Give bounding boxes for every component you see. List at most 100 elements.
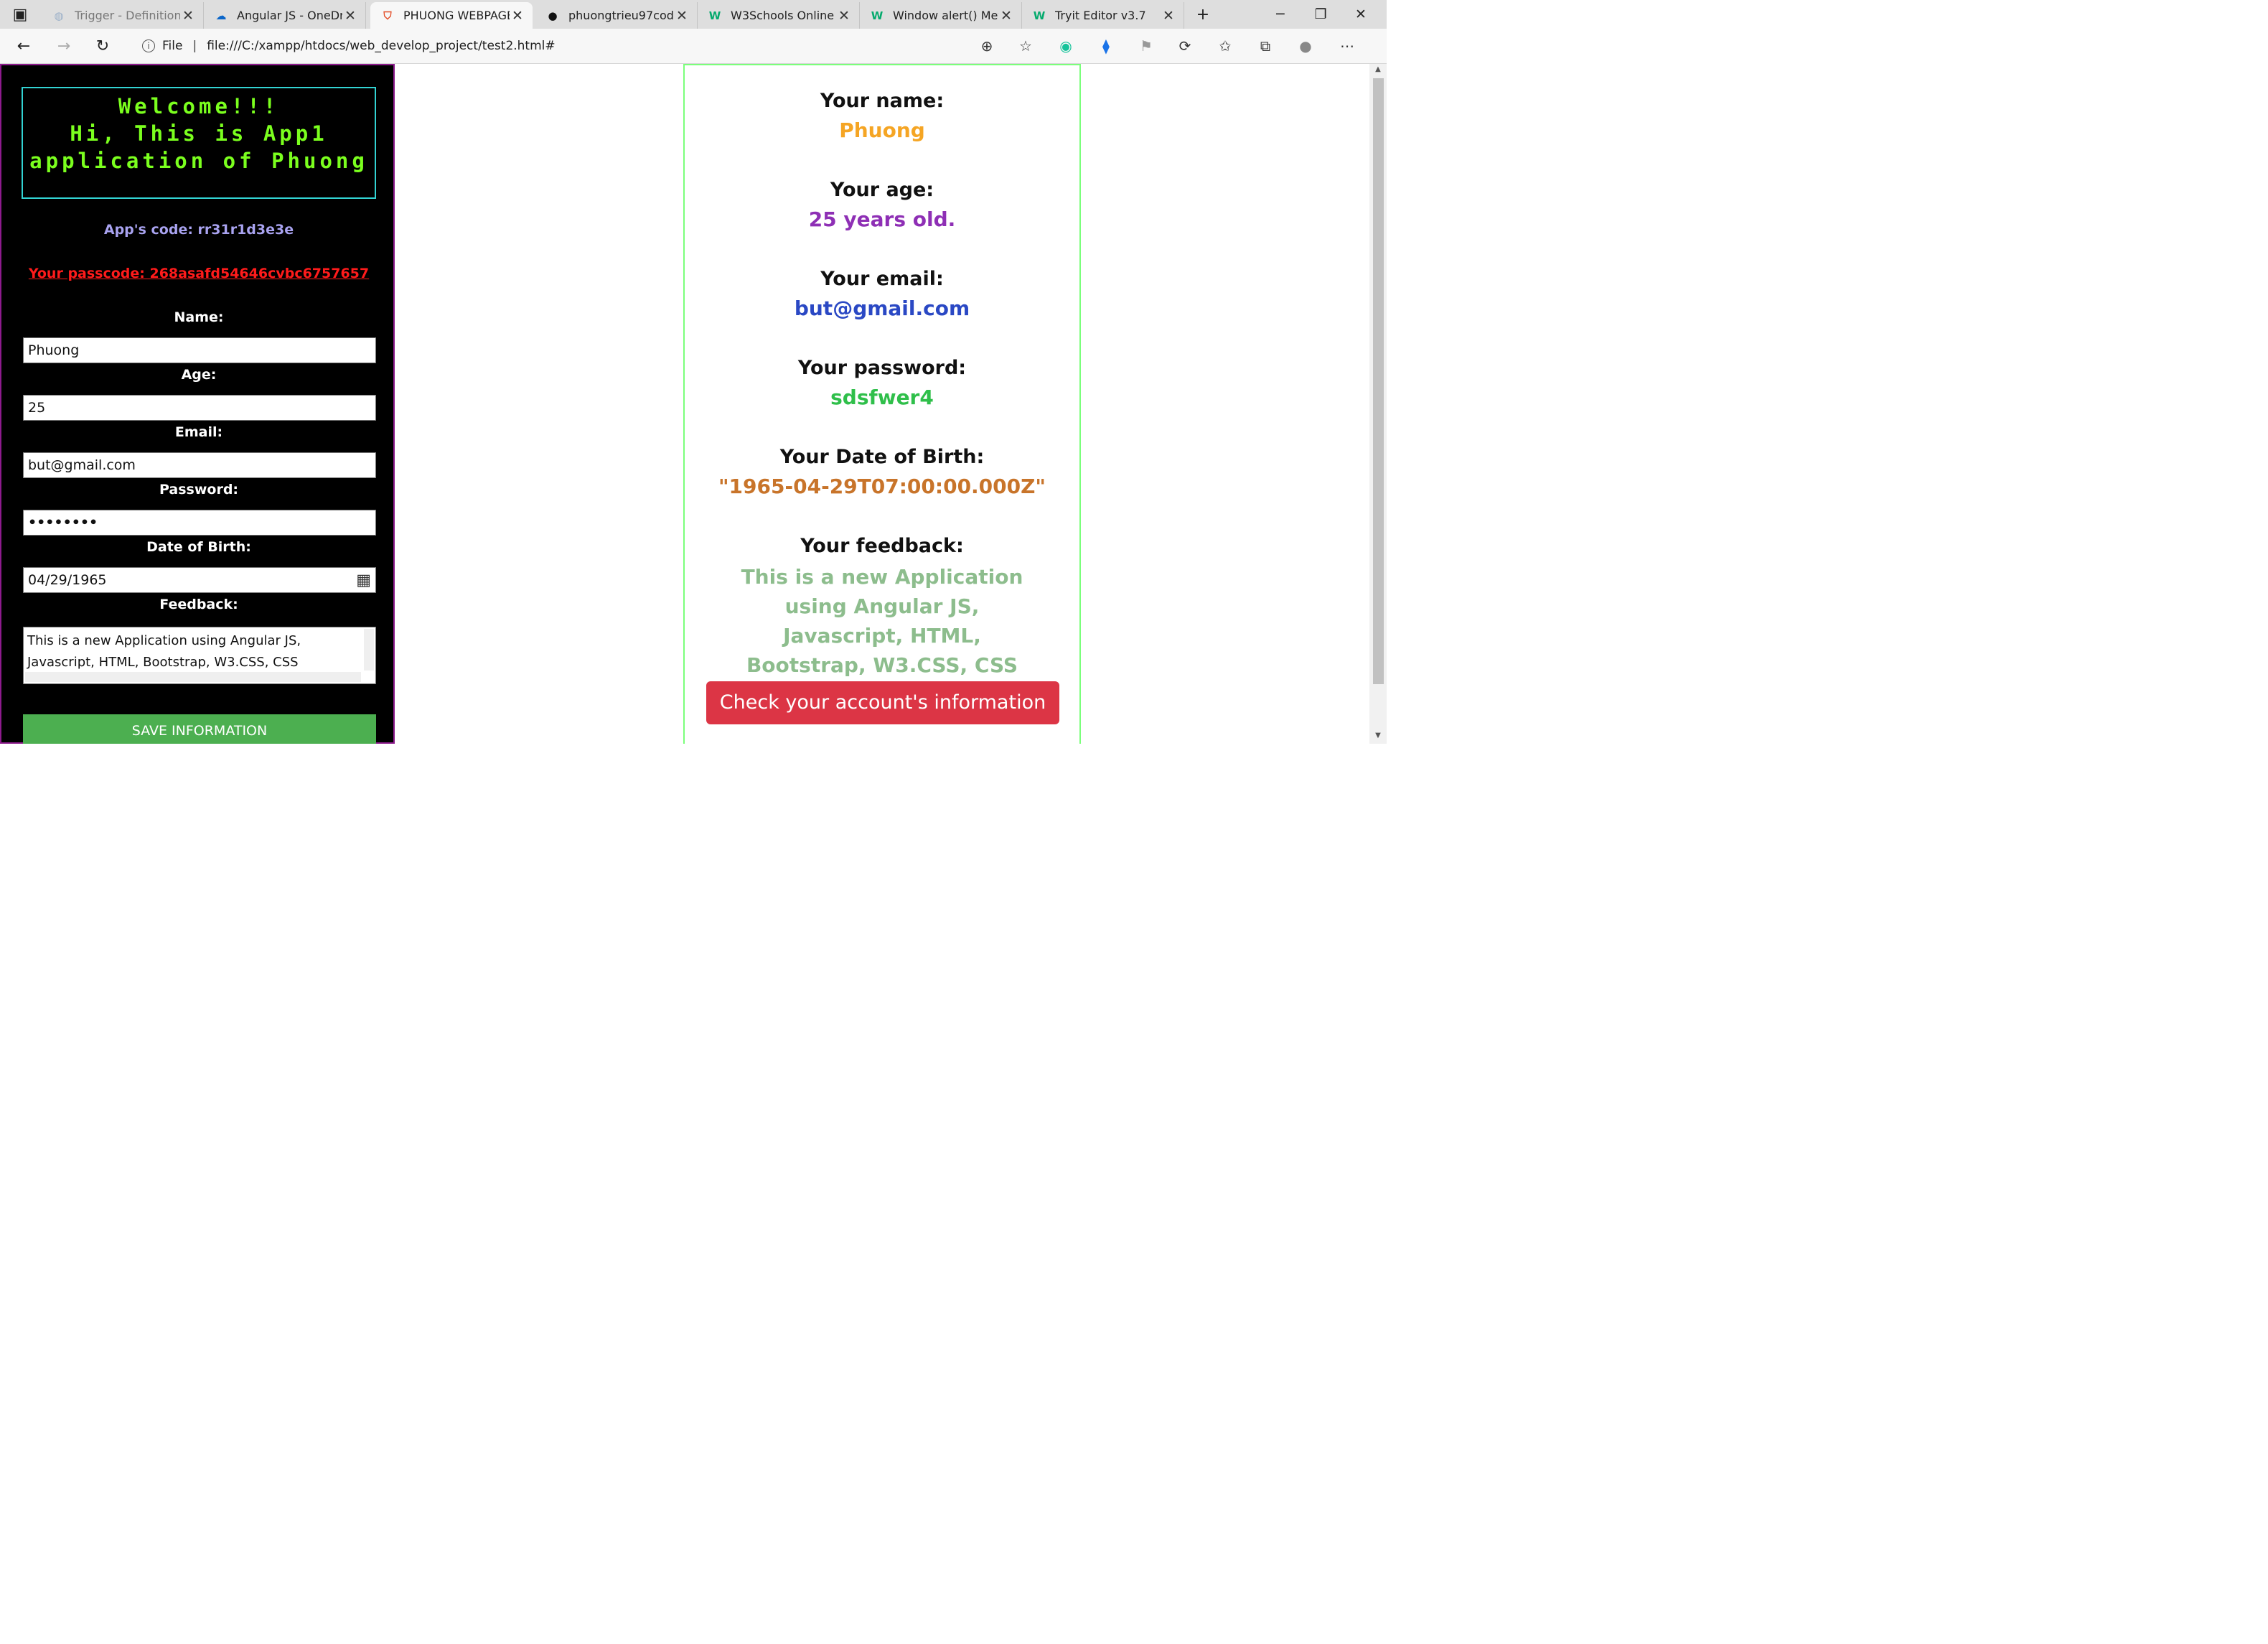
collections-icon[interactable]: ⧉ (1255, 36, 1276, 56)
name-input-value: Phuong (28, 342, 80, 358)
app-code: App's code: rr31r1d3e3e (103, 222, 294, 238)
tab-title: Tryit Editor v3.7 (1055, 9, 1146, 22)
age-label: Age: (181, 367, 217, 383)
password-input[interactable]: •••••••• (23, 510, 376, 536)
tab-phuong-webpage[interactable]: ⛉ PHUONG WEBPAGE ✕ (370, 2, 533, 29)
close-icon[interactable]: ✕ (510, 8, 525, 24)
tab-title: Window alert() Metho (893, 9, 998, 22)
info-feedback-value: This is a new Application using Angular … (741, 565, 1023, 677)
info-dob-label: Your Date of Birth: (779, 446, 985, 468)
favorites-add-icon[interactable]: ☆ (1015, 36, 1036, 56)
tab-title: W3Schools Online W (731, 9, 836, 22)
tab-angular-onedrive[interactable]: ☁ Angular JS - OneDrive ✕ (204, 2, 366, 29)
minimize-icon[interactable]: ─ (1260, 0, 1301, 29)
tab-w3schools[interactable]: W W3Schools Online W ✕ (698, 2, 860, 29)
password-label: Password: (159, 482, 239, 498)
info-password-value: sdsfwer4 (830, 386, 934, 409)
tab-title: PHUONG WEBPAGE (403, 9, 510, 22)
feedback-textarea[interactable]: This is a new Application using Angular … (23, 627, 376, 684)
tab-tryit-editor[interactable]: W Tryit Editor v3.7 ✕ (1022, 2, 1184, 29)
textarea-vertical-scrollbar[interactable] (364, 629, 374, 671)
scroll-down-arrow-icon[interactable]: ▼ (1373, 732, 1383, 739)
passcode-link[interactable]: Your passcode: 268asafd54646cvbc6757657 (1, 266, 396, 281)
new-tab-icon[interactable]: + (1193, 4, 1213, 24)
info-email-value: but@gmail.com (794, 296, 970, 320)
account-info-panel: Your name: Phuong Your age: 25 years old… (683, 64, 1081, 744)
tab-window-alert[interactable]: W Window alert() Metho ✕ (860, 2, 1022, 29)
extension-icon[interactable]: ⧫ (1095, 36, 1117, 56)
info-name-label: Your name: (820, 90, 945, 112)
globe-icon: ◍ (54, 9, 64, 22)
name-input[interactable]: Phuong (23, 337, 376, 363)
zoom-icon[interactable]: ⊕ (976, 36, 998, 56)
save-information-button[interactable]: SAVE INFORMATION (23, 714, 376, 744)
close-window-icon[interactable]: ✕ (1341, 0, 1381, 29)
info-email-label: Your email: (820, 268, 944, 290)
welcome-line: Hi, This is App1 (70, 121, 328, 146)
browser-toolbar: ← → ↻ i File | file:///C:/xampp/htdocs/w… (0, 29, 1387, 64)
page-content: Welcome!!! Hi, This is App1 application … (0, 64, 1387, 744)
flag-icon[interactable]: ⚑ (1135, 36, 1157, 56)
back-icon[interactable]: ← (13, 36, 34, 56)
name-label: Name: (174, 309, 224, 325)
password-input-value: •••••••• (28, 515, 98, 531)
tab-title: Trigger - Definition fo (75, 9, 180, 22)
tab-strip: ▣ ◍ Trigger - Definition fo ✕ ☁ Angular … (0, 0, 1387, 29)
close-icon[interactable]: ✕ (1161, 8, 1176, 24)
textarea-horizontal-scrollbar[interactable] (25, 672, 361, 682)
check-account-info-button[interactable]: Check your account's information (706, 681, 1059, 724)
html5-icon: ⛉ (383, 9, 392, 22)
github-icon: ● (548, 9, 558, 22)
welcome-line: Welcome!!! (118, 94, 280, 118)
profile-avatar-icon[interactable]: ● (1295, 36, 1316, 56)
info-age-value: 25 years old. (808, 207, 956, 231)
w3schools-icon: W (708, 9, 721, 22)
feedback-label: Feedback: (159, 597, 238, 612)
w3schools-icon: W (1033, 9, 1046, 22)
info-age-label: Your age: (830, 179, 934, 201)
close-icon[interactable]: ✕ (342, 8, 358, 24)
restore-icon[interactable]: ❐ (1301, 0, 1341, 29)
close-icon[interactable]: ✕ (836, 8, 852, 24)
email-input[interactable]: but@gmail.com (23, 452, 376, 478)
favorites-icon[interactable]: ✩ (1214, 36, 1236, 56)
scrollbar-thumb[interactable] (1373, 78, 1384, 684)
age-input-value: 25 (28, 400, 46, 416)
dob-input[interactable]: 04/29/1965 ▦ (23, 567, 376, 593)
dob-label: Date of Birth: (146, 539, 251, 555)
welcome-line: application of Phuong (29, 149, 368, 173)
dob-input-value: 04/29/1965 (28, 572, 107, 588)
grammarly-icon[interactable]: ◉ (1055, 36, 1077, 56)
info-password-label: Your password: (797, 357, 967, 379)
tab-actions-icon[interactable]: ▣ (10, 4, 30, 24)
more-menu-icon[interactable]: ⋯ (1336, 36, 1358, 56)
input-form-panel: Welcome!!! Hi, This is App1 application … (0, 64, 395, 744)
calendar-icon[interactable]: ▦ (356, 571, 371, 589)
scroll-up-arrow-icon[interactable]: ▲ (1373, 65, 1383, 73)
close-icon[interactable]: ✕ (998, 8, 1014, 24)
email-input-value: but@gmail.com (28, 457, 136, 473)
refresh-icon[interactable]: ↻ (92, 36, 113, 56)
email-label: Email: (174, 424, 223, 440)
onedrive-icon: ☁ (215, 9, 227, 22)
tab-title: Angular JS - OneDrive (237, 9, 342, 22)
close-icon[interactable]: ✕ (674, 8, 690, 24)
info-name-value: Phuong (839, 118, 925, 142)
address-bar[interactable]: i File | file:///C:/xampp/htdocs/web_dev… (133, 34, 1035, 58)
feedback-textarea-value: This is a new Application using Angular … (27, 633, 301, 670)
tab-trigger[interactable]: ◍ Trigger - Definition fo ✕ (42, 2, 204, 29)
browser-window: ▣ ◍ Trigger - Definition fo ✕ ☁ Angular … (0, 0, 1387, 744)
extensions-icon[interactable]: ⟳ (1174, 36, 1196, 56)
close-icon[interactable]: ✕ (180, 8, 196, 24)
scheme-label: File (162, 39, 183, 53)
age-input[interactable]: 25 (23, 395, 376, 421)
welcome-banner: Welcome!!! Hi, This is App1 application … (22, 87, 376, 199)
info-dob-value: "1965-04-29T07:00:00.000Z" (718, 475, 1046, 498)
info-icon[interactable]: i (142, 39, 155, 52)
page-vertical-scrollbar[interactable]: ▲ ▼ (1369, 64, 1387, 744)
tab-title: phuongtrieu97coder/ (568, 9, 674, 22)
tab-github[interactable]: ● phuongtrieu97coder/ ✕ (535, 2, 698, 29)
forward-icon[interactable]: → (53, 36, 75, 56)
address-separator: | (192, 39, 197, 53)
url-text[interactable]: file:///C:/xampp/htdocs/web_develop_proj… (207, 39, 555, 53)
